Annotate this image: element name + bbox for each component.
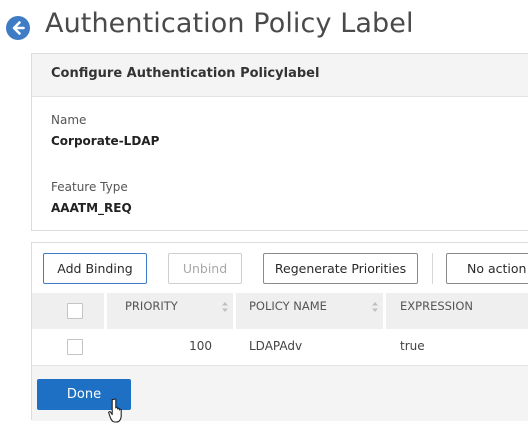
- table-header: PRIORITY POLICY NAME EXPRESSION: [32, 293, 528, 329]
- config-panel: Configure Authentication Policylabel Nam…: [31, 53, 528, 231]
- feature-type-label: Feature Type: [51, 180, 128, 194]
- row-checkbox[interactable]: [67, 339, 83, 355]
- row-expression: true: [400, 339, 425, 353]
- column-header-expression[interactable]: EXPRESSION: [400, 299, 473, 313]
- column-divider: [104, 293, 107, 329]
- unbind-button[interactable]: Unbind: [168, 253, 242, 284]
- action-select-value: No action: [467, 261, 527, 276]
- add-binding-button[interactable]: Add Binding: [43, 253, 147, 284]
- regenerate-priorities-button[interactable]: Regenerate Priorities: [263, 253, 418, 284]
- config-panel-header: Configure Authentication Policylabel: [32, 54, 528, 97]
- name-value: Corporate-LDAP: [51, 134, 160, 148]
- column-divider: [233, 293, 236, 329]
- hand-cursor-icon: [108, 398, 122, 423]
- column-header-policy-name[interactable]: POLICY NAME: [249, 299, 327, 313]
- toolbar-divider: [432, 253, 433, 284]
- sort-icon[interactable]: [221, 301, 229, 313]
- config-panel-title: Configure Authentication Policylabel: [51, 66, 320, 81]
- back-button[interactable]: [6, 16, 30, 40]
- table-row[interactable]: 100 LDAPAdv true: [32, 329, 528, 365]
- row-policy-name: LDAPAdv: [249, 339, 303, 353]
- select-all-checkbox[interactable]: [67, 303, 83, 319]
- row-priority: 100: [189, 339, 212, 353]
- column-header-priority[interactable]: PRIORITY: [125, 299, 178, 313]
- sort-icon[interactable]: [371, 301, 379, 313]
- feature-type-value: AAATM_REQ: [51, 201, 132, 215]
- name-label: Name: [51, 113, 87, 127]
- column-divider: [383, 293, 386, 329]
- action-select[interactable]: No action: [446, 253, 528, 284]
- page-title: Authentication Policy Label: [45, 8, 414, 39]
- bindings-panel: Add Binding Unbind Regenerate Priorities…: [31, 242, 528, 421]
- back-arrow-icon: [12, 21, 25, 35]
